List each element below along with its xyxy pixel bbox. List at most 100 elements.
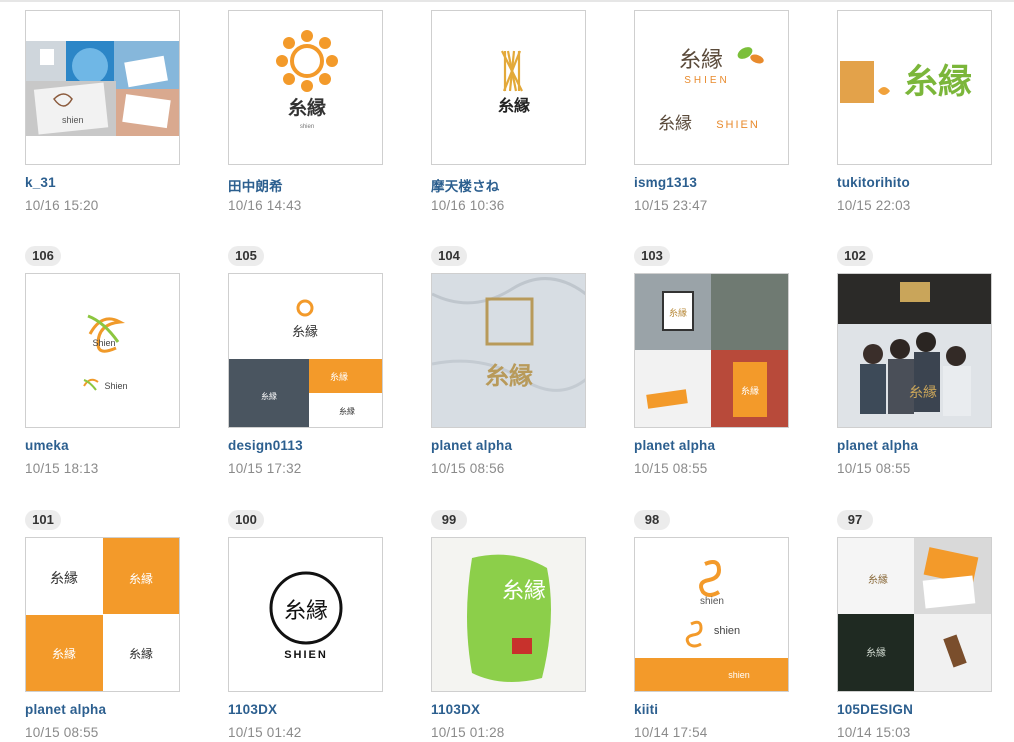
- entry-thumbnail[interactable]: 糸縁 糸縁: [837, 537, 992, 692]
- post-timestamp: 10/15 08:55: [25, 725, 99, 740]
- orange-flower-logo-image: 糸縁 shien: [229, 11, 382, 164]
- entry-number-badge: 100: [228, 510, 264, 530]
- author-name-link[interactable]: umeka: [25, 438, 69, 453]
- author-name-link[interactable]: 1103DX: [431, 702, 480, 717]
- post-timestamp: 10/15 23:47: [634, 198, 708, 213]
- author-name-link[interactable]: planet alpha: [837, 438, 918, 453]
- logo-text: Shien: [92, 338, 115, 348]
- logo-text: 糸縁: [679, 48, 723, 73]
- logo-text: 糸縁: [292, 324, 318, 340]
- author-name-link[interactable]: planet alpha: [431, 438, 512, 453]
- author-name-link[interactable]: 105DESIGN: [837, 702, 913, 717]
- author-name-link[interactable]: ismg1313: [634, 175, 697, 190]
- svg-text:Shien: Shien: [104, 381, 127, 391]
- entry-thumbnail[interactable]: 糸縁: [837, 10, 992, 165]
- orange-g-collage-image: 糸縁 糸縁 糸縁 糸縁: [229, 274, 382, 427]
- entry-number-badge: 102: [837, 246, 873, 266]
- collage-mockup-image: shien: [26, 11, 179, 164]
- svg-text:糸縁: 糸縁: [339, 406, 355, 416]
- svg-text:糸縁: 糸縁: [658, 114, 692, 134]
- svg-text:糸縁: 糸縁: [129, 646, 153, 661]
- logo-text: 糸縁: [868, 573, 888, 586]
- author-name-link[interactable]: kiiti: [634, 702, 658, 717]
- entry-number-badge: 106: [25, 246, 61, 266]
- svg-text:shien: shien: [62, 115, 84, 125]
- post-timestamp: 10/15 18:13: [25, 461, 99, 476]
- entry-number-badge: 103: [634, 246, 670, 266]
- entry-thumbnail[interactable]: 糸縁: [431, 273, 586, 428]
- svg-text:糸縁: 糸縁: [741, 385, 759, 397]
- post-timestamp: 10/14 15:03: [837, 725, 911, 740]
- logo-text: 糸縁: [284, 599, 328, 624]
- entry-thumbnail[interactable]: 糸縁: [431, 10, 586, 165]
- entry-thumbnail[interactable]: 糸縁 糸縁 糸縁 糸縁: [25, 537, 180, 692]
- entry-number-badge: 99: [431, 510, 467, 530]
- entry-number-badge: 101: [25, 510, 61, 530]
- logo-text: 糸縁: [669, 307, 687, 319]
- post-timestamp: 10/15 01:28: [431, 725, 505, 740]
- entry-number-badge: 98: [634, 510, 670, 530]
- entry-thumbnail[interactable]: 糸縁 糸縁: [634, 273, 789, 428]
- svg-text:糸縁: 糸縁: [866, 646, 886, 659]
- entry-thumbnail[interactable]: Shien Shien: [25, 273, 180, 428]
- entry-number-badge: 104: [431, 246, 467, 266]
- office-team-photo-image: 糸縁: [838, 274, 991, 427]
- stamp-green-logo-image: 糸縁: [838, 11, 991, 164]
- entry-thumbnail[interactable]: 糸縁 糸縁 糸縁 糸縁: [228, 273, 383, 428]
- orange-checker-logo-image: 糸縁 糸縁 糸縁 糸縁: [26, 538, 179, 691]
- gold-threads-logo-image: 糸縁: [432, 11, 585, 164]
- post-timestamp: 10/14 17:54: [634, 725, 708, 740]
- author-name-link[interactable]: k_31: [25, 175, 56, 190]
- post-timestamp: 10/16 10:36: [431, 198, 505, 213]
- logo-text: shien: [700, 596, 724, 607]
- entry-thumbnail[interactable]: 糸縁: [837, 273, 992, 428]
- marble-gold-logo-image: 糸縁: [432, 274, 585, 427]
- entry-thumbnail[interactable]: 糸縁: [431, 537, 586, 692]
- logo-text: 糸縁: [288, 96, 326, 119]
- svg-text:糸縁: 糸縁: [129, 571, 153, 586]
- author-name-link[interactable]: planet alpha: [634, 438, 715, 453]
- author-name-link[interactable]: tukitorihito: [837, 175, 910, 190]
- post-timestamp: 10/15 08:55: [634, 461, 708, 476]
- post-timestamp: 10/15 17:32: [228, 461, 302, 476]
- entry-number-badge: 105: [228, 246, 264, 266]
- green-script-logo-image: 糸縁 SHIEN 糸縁 SHIEN: [635, 11, 788, 164]
- logo-text: 糸縁: [904, 62, 972, 102]
- svg-text:糸縁: 糸縁: [330, 371, 348, 383]
- author-name-link[interactable]: 田中朗希: [228, 175, 283, 195]
- post-timestamp: 10/16 14:43: [228, 198, 302, 213]
- entry-thumbnail[interactable]: 糸縁 SHIEN: [228, 537, 383, 692]
- logo-text: 糸縁: [498, 96, 530, 115]
- stationery-collage-image: 糸縁 糸縁: [838, 538, 991, 691]
- entry-number-badge: 97: [837, 510, 873, 530]
- author-name-link[interactable]: planet alpha: [25, 702, 106, 717]
- entry-thumbnail[interactable]: shien shien shien: [634, 537, 789, 692]
- signage-collage-image: 糸縁 糸縁: [635, 274, 788, 427]
- svg-text:SHIEN: SHIEN: [684, 75, 730, 86]
- green-brush-logo-image: 糸縁: [432, 538, 585, 691]
- shien-swirl-logo-image: Shien Shien: [26, 274, 179, 427]
- post-timestamp: 10/15 08:56: [431, 461, 505, 476]
- post-timestamp: 10/16 15:20: [25, 198, 99, 213]
- author-name-link[interactable]: 1103DX: [228, 702, 277, 717]
- logo-text: 糸縁: [50, 571, 78, 587]
- top-divider: [0, 0, 1014, 2]
- svg-text:糸縁: 糸縁: [261, 391, 277, 401]
- author-name-link[interactable]: design0113: [228, 438, 303, 453]
- post-timestamp: 10/15 22:03: [837, 198, 911, 213]
- post-timestamp: 10/15 01:42: [228, 725, 302, 740]
- entry-thumbnail[interactable]: shien: [25, 10, 180, 165]
- svg-text:糸縁: 糸縁: [52, 646, 76, 661]
- logo-text: 糸縁: [502, 579, 546, 604]
- svg-text:shien: shien: [300, 124, 314, 130]
- entry-thumbnail[interactable]: 糸縁 shien: [228, 10, 383, 165]
- logo-text: 糸縁: [485, 362, 533, 390]
- orange-s-logo-image: shien shien shien: [635, 538, 788, 691]
- logo-text: 糸縁: [909, 385, 937, 401]
- svg-text:shien: shien: [714, 625, 740, 637]
- svg-text:shien: shien: [728, 670, 750, 680]
- author-name-link[interactable]: 摩天楼さね: [431, 175, 500, 195]
- svg-text:SHIEN: SHIEN: [716, 119, 760, 131]
- entry-thumbnail[interactable]: 糸縁 SHIEN 糸縁 SHIEN: [634, 10, 789, 165]
- circle-brush-logo-image: 糸縁 SHIEN: [229, 538, 382, 691]
